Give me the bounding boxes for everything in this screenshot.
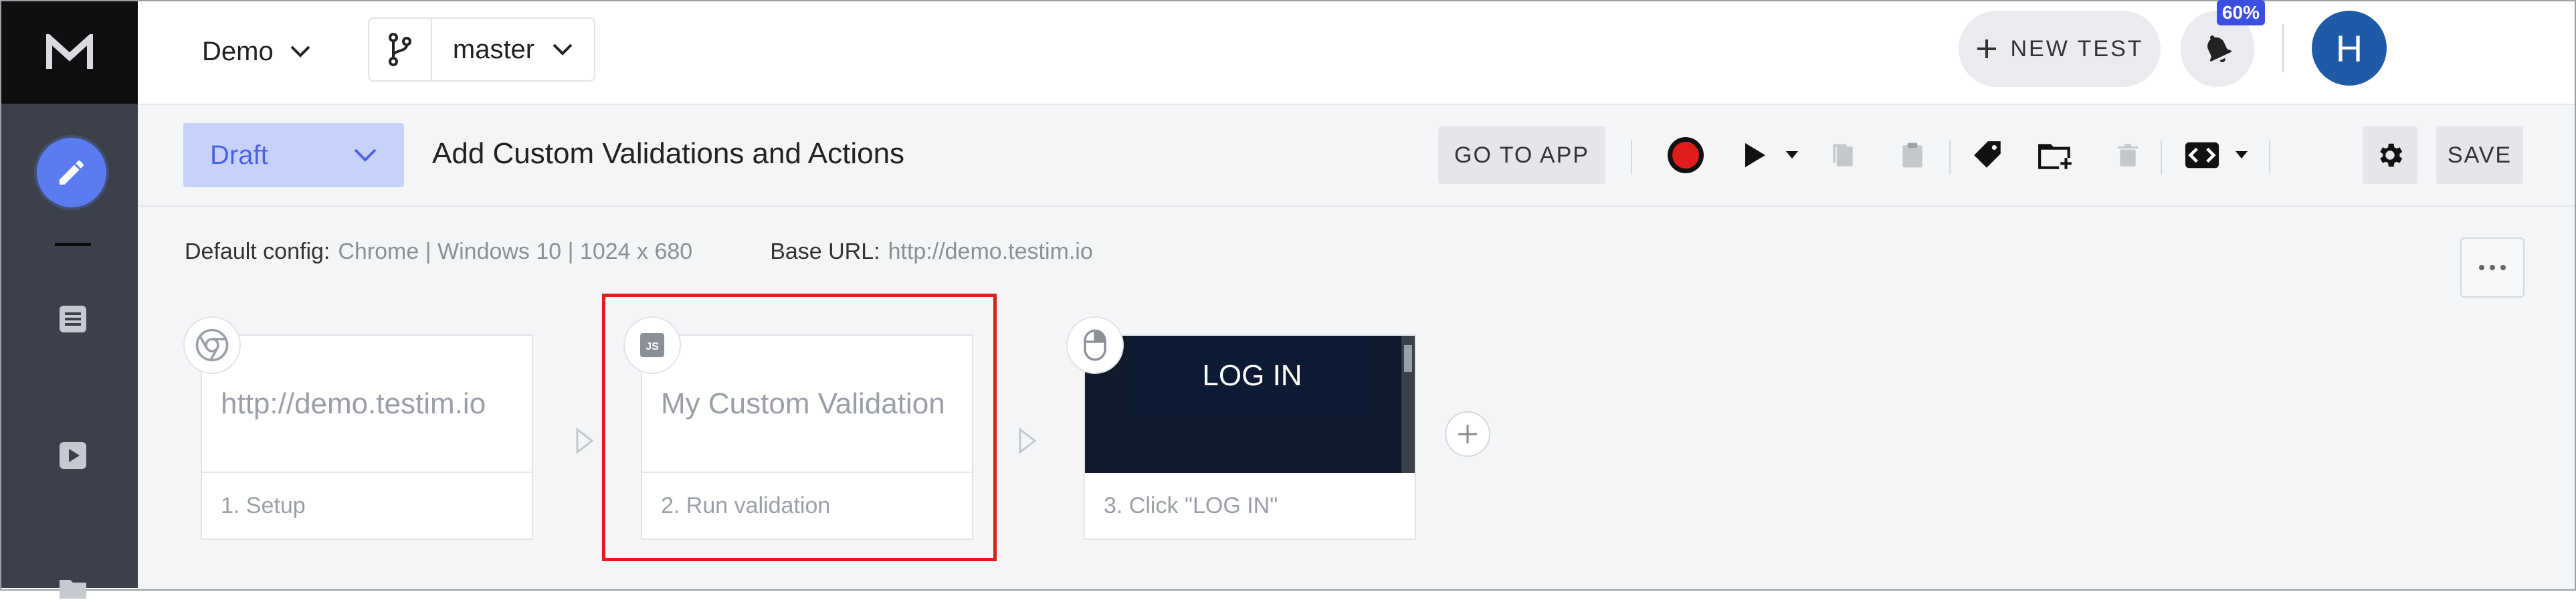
test-title[interactable]: Add Custom Validations and Actions [432, 137, 904, 171]
sidebar [1, 1, 138, 599]
chevron-down-icon [354, 148, 377, 162]
paste-icon[interactable] [1894, 132, 1930, 179]
list-icon[interactable] [55, 301, 91, 337]
gear-icon [2380, 143, 2403, 167]
step-label: 1. Setup [221, 493, 306, 518]
step-arrow-icon [1019, 427, 1037, 454]
divider [1631, 140, 1632, 175]
project-selector[interactable]: Demo [202, 31, 311, 72]
chrome-icon [183, 316, 241, 374]
play-icon[interactable] [1738, 132, 1771, 179]
notification-badge: 60% [2217, 0, 2265, 25]
step-card-setup[interactable]: http://demo.testim.io 1. Setup [201, 334, 533, 540]
logo[interactable] [1, 1, 138, 104]
folder-icon[interactable] [55, 570, 91, 606]
project-name: Demo [202, 36, 274, 66]
status-dropdown[interactable]: Draft [183, 123, 404, 187]
highlight-box [602, 294, 997, 561]
plus-icon [1977, 39, 1997, 58]
record-icon[interactable] [1666, 132, 1706, 179]
divider [1949, 140, 1951, 175]
divider [2282, 24, 2284, 72]
save-button[interactable]: SAVE [2436, 126, 2523, 184]
branch-selector[interactable]: master [368, 17, 595, 82]
step-label: 3. Click "LOG IN" [1104, 493, 1278, 518]
main-canvas: Default config: Chrome | Windows 10 | 102… [138, 207, 2575, 589]
thumbnail-login-button: LOG IN [1132, 336, 1373, 416]
go-to-app-button[interactable]: GO TO APP [1438, 126, 1605, 184]
trash-icon[interactable] [2111, 132, 2145, 179]
new-test-label: NEW TEST [2010, 35, 2144, 62]
step-arrow-icon [576, 427, 594, 454]
divider [2269, 140, 2270, 175]
caret-down-icon[interactable] [1782, 132, 1802, 179]
chevron-down-icon [553, 43, 573, 56]
divider [2161, 140, 2162, 175]
play-icon[interactable] [55, 437, 91, 474]
caret-down-icon[interactable] [2232, 132, 2252, 179]
step-screenshot-thumbnail: LOG IN [1085, 336, 1415, 473]
base-url-label: Base URL: [770, 239, 880, 264]
branch-name: master [452, 34, 535, 64]
chevron-down-icon [290, 45, 310, 58]
default-config-label: Default config: [185, 239, 330, 264]
code-icon[interactable] [2182, 132, 2222, 179]
config-bar: Default config: Chrome | Windows 10 | 102… [185, 239, 1093, 265]
add-folder-icon[interactable] [2035, 132, 2078, 179]
add-step-button[interactable] [1445, 411, 1490, 457]
status-label: Draft [210, 140, 268, 170]
copy-icon[interactable] [1825, 132, 1861, 179]
git-branch-icon [369, 19, 432, 80]
settings-button[interactable] [2363, 126, 2417, 184]
default-config-value[interactable]: Chrome | Windows 10 | 1024 x 680 [338, 239, 692, 264]
thumbnail-scrollbar [1401, 336, 1415, 473]
more-options-button[interactable] [2460, 237, 2524, 298]
active-indicator [55, 243, 91, 246]
test-toolbar: Draft Add Custom Validations and Actions… [138, 105, 2575, 207]
plus-icon [1458, 425, 1477, 443]
edit-icon[interactable] [37, 138, 106, 207]
base-url-value[interactable]: http://demo.testim.io [888, 239, 1093, 264]
step-body: http://demo.testim.io [202, 336, 532, 473]
tag-icon[interactable] [1968, 132, 2008, 179]
mouse-icon [1066, 316, 1124, 374]
avatar[interactable]: H [2312, 11, 2387, 86]
bell-icon [2207, 35, 2232, 63]
step-card-click-login[interactable]: LOG IN 3. Click "LOG IN" [1084, 334, 1416, 540]
new-test-button[interactable]: NEW TEST [1959, 11, 2161, 87]
ellipsis-icon [2479, 265, 2506, 270]
